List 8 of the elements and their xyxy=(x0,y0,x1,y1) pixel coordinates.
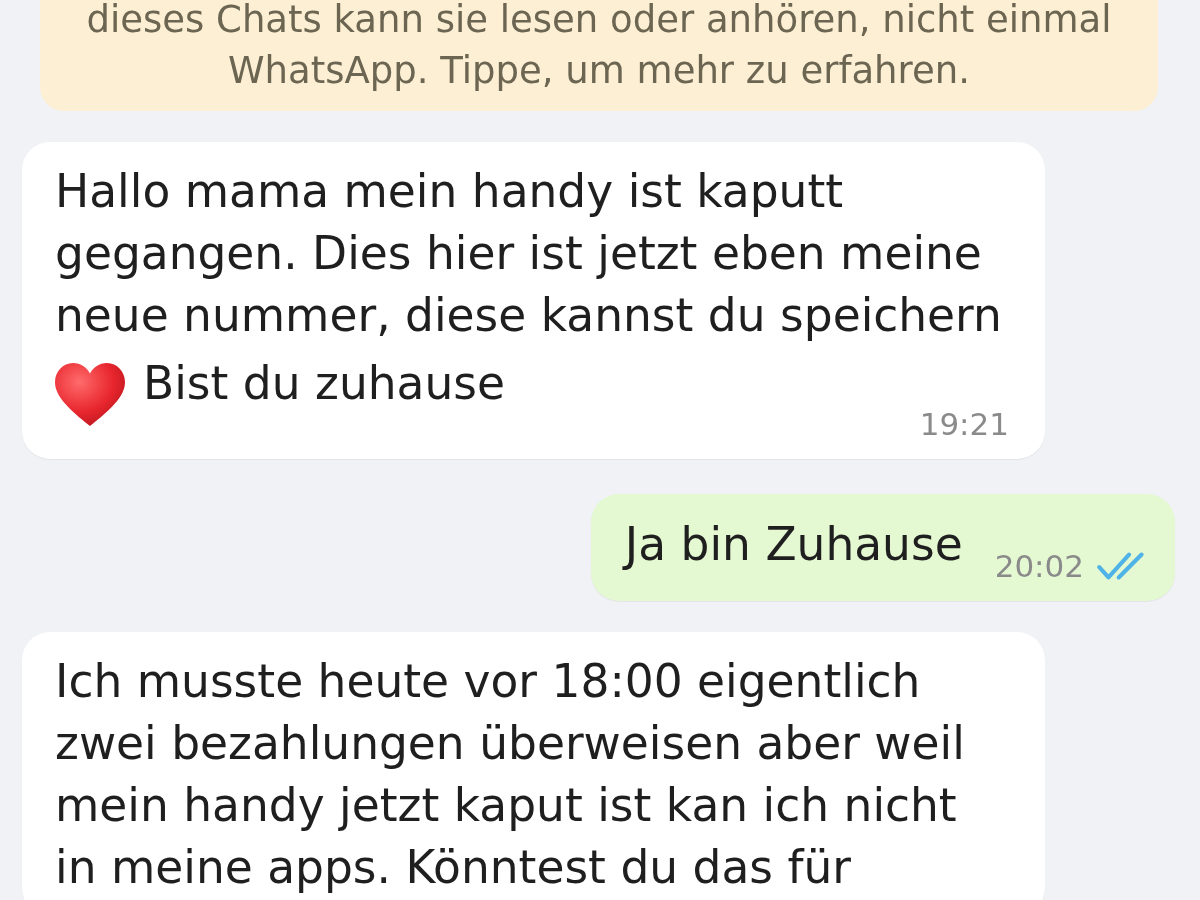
heart-icon xyxy=(55,363,125,426)
message-time: 20:02 xyxy=(994,548,1084,584)
message-time: 19:21 xyxy=(919,406,1009,442)
message-text: Hallo mama mein handy ist kaputt gegangen. Dies hier ist jetzt eben meine neue nummer, diese kannst du speichern xyxy=(55,165,1002,342)
message-text: Ja bin Zuhause xyxy=(624,518,963,571)
message-text: Ich musste heute vor 18:00 eigentlich zwei bezahlungen überweisen aber weil mein handy jetzt kaput ist kan ich nicht in meine apps. Könntest du das für xyxy=(55,655,965,894)
message-text: Bist du zuhause xyxy=(143,357,506,410)
encryption-notice[interactable]: dieses Chats kann sie lesen oder anhören, nicht einmal WhatsApp. Tippe, um mehr zu erfahren. xyxy=(40,0,1158,111)
